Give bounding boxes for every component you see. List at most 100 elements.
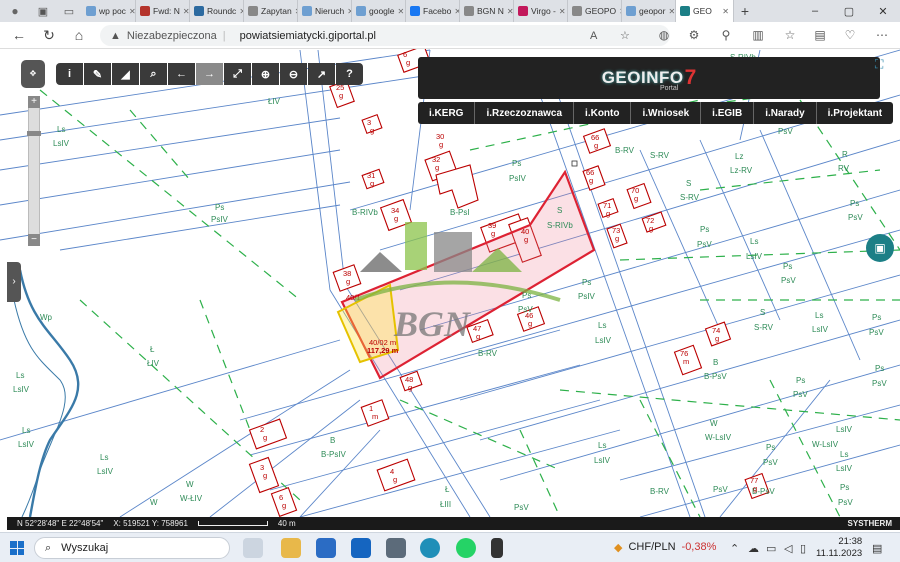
tab-close-icon[interactable]: ✕ <box>668 7 675 16</box>
zoom-out-icon[interactable]: ⊖ <box>280 63 307 85</box>
share-icon[interactable]: ↗ <box>308 63 335 85</box>
tab-favicon-icon <box>86 6 96 16</box>
tab-actions-icon[interactable]: ▭ <box>56 5 82 18</box>
menu-item-projektant[interactable]: i.Projektant <box>817 102 893 124</box>
tray-chevron-icon[interactable]: ⌃ <box>730 542 739 555</box>
tab-4[interactable]: Nieruch✕ <box>298 0 352 22</box>
landuse-label: RV <box>838 164 850 173</box>
menu-item-wniosek[interactable]: i.Wniosek <box>631 102 702 124</box>
side-panel-toggle[interactable]: › <box>7 262 21 302</box>
zoom-in-button[interactable]: + <box>28 96 40 108</box>
tab-10[interactable]: geopor ✕ <box>622 0 676 22</box>
file-explorer-icon[interactable] <box>281 538 301 558</box>
zoom-out-button[interactable]: − <box>28 234 40 246</box>
close-window-button[interactable]: ✕ <box>866 5 900 18</box>
collections-icon[interactable]: ▤ <box>812 28 828 42</box>
tab-1[interactable]: Fwd: N ✕ <box>136 0 190 22</box>
security-label[interactable]: Niezabezpieczona <box>127 30 217 42</box>
tab-close-icon[interactable]: ✕ <box>129 7 135 16</box>
search-box[interactable]: ⌕ Wyszukaj <box>34 537 230 559</box>
pencil-icon[interactable]: ✎ <box>84 63 111 85</box>
tab-9[interactable]: GEOPO✕ <box>568 0 622 22</box>
tab-close-icon[interactable]: ✕ <box>183 7 189 16</box>
tab-3[interactable]: Zapytan✕ <box>244 0 298 22</box>
landuse-label: W <box>150 498 158 507</box>
landuse-label: Ls <box>598 321 606 330</box>
read-aloud-icon[interactable]: A <box>590 30 597 42</box>
landuse-label: B-PsIV <box>321 450 347 459</box>
extent-icon[interactable]: ⤢ <box>224 63 251 85</box>
home-icon[interactable]: ⌂ <box>70 27 88 43</box>
extension-icon[interactable]: ◍ <box>656 28 672 42</box>
info-icon[interactable]: i <box>56 63 83 85</box>
help-icon[interactable]: ? <box>336 63 363 85</box>
landuse-label: LsIV <box>812 325 829 334</box>
outlook-icon[interactable] <box>351 538 371 558</box>
favorite-star-icon[interactable]: ☆ <box>620 29 630 42</box>
new-tab-button[interactable]: + <box>734 3 756 19</box>
tab-2[interactable]: Roundc✕ <box>190 0 244 22</box>
edge-icon[interactable] <box>420 538 440 558</box>
landuse-label: PsIV <box>211 215 229 224</box>
warning-icon[interactable]: ▲ <box>110 30 121 42</box>
battery-icon[interactable]: ▯ <box>800 542 806 555</box>
zoom-in-icon[interactable]: ⊕ <box>252 63 279 85</box>
stock-widget[interactable]: ◆ CHF/PLN -0,38% <box>614 541 716 554</box>
tab-close-icon[interactable]: ✕ <box>722 7 729 16</box>
volume-icon[interactable]: ◁ <box>784 542 792 555</box>
minimize-button[interactable]: – <box>798 5 832 18</box>
clock[interactable]: 21:38 11.11.2023 <box>816 536 862 560</box>
tab-0[interactable]: wp poc ✕ <box>82 0 136 22</box>
maximize-button[interactable]: ▢ <box>832 5 866 18</box>
back-icon[interactable]: ← <box>10 27 28 43</box>
landuse-label: Lz <box>735 152 743 161</box>
tab-close-icon[interactable]: ✕ <box>559 7 566 16</box>
landuse-label: Ps <box>872 313 881 322</box>
calculator-icon[interactable] <box>386 538 406 558</box>
refresh-icon[interactable]: ↻ <box>40 27 58 44</box>
landuse-label: Ps <box>783 262 792 271</box>
more-icon[interactable]: ⋯ <box>874 28 890 42</box>
menu-item-rzeczoznawca[interactable]: i.Rzeczoznawca <box>475 102 575 124</box>
pan-control[interactable]: ✥ <box>21 60 45 88</box>
building-type: g <box>439 140 443 149</box>
tab-close-icon[interactable]: ✕ <box>398 7 405 16</box>
forward-icon[interactable]: → <box>196 63 223 85</box>
notifications-icon[interactable]: ▤ <box>872 542 882 555</box>
menu-item-konto[interactable]: i.Konto <box>574 102 632 124</box>
menu-item-narady[interactable]: i.Narady <box>754 102 817 124</box>
extensions-icon[interactable]: ⚲ <box>718 28 734 42</box>
whatsapp-icon[interactable] <box>456 538 476 558</box>
tab-5[interactable]: google ✕ <box>352 0 406 22</box>
landuse-label: LsIV <box>53 139 70 148</box>
back-icon[interactable]: ← <box>168 63 195 85</box>
zoom-handle[interactable] <box>27 131 41 136</box>
performance-icon[interactable]: ♡ <box>842 28 858 42</box>
zoom-slider[interactable]: + − <box>27 96 41 246</box>
menu-item-kerg[interactable]: i.KERG <box>418 102 476 124</box>
onedrive-icon[interactable]: ☁ <box>748 542 759 555</box>
tab-close-icon[interactable]: ✕ <box>507 7 513 16</box>
favorites-icon[interactable]: ☆ <box>782 28 798 42</box>
measure-icon[interactable]: ◢ <box>112 63 139 85</box>
network-icon[interactable]: ▭ <box>766 542 776 555</box>
tab-7[interactable]: BGN N ✕ <box>460 0 514 22</box>
workspaces-icon[interactable]: ▣ <box>30 5 56 18</box>
split-screen-icon[interactable]: ▥ <box>750 28 766 42</box>
search-icon[interactable]: ⌕ <box>140 63 167 85</box>
url-field[interactable]: ▲ Niezabezpieczona | powiatsiemiatycki.g… <box>100 25 670 46</box>
tab-6[interactable]: Facebo✕ <box>406 0 460 22</box>
tab-favicon-icon <box>680 6 690 16</box>
url-text[interactable]: powiatsiemiatycki.giportal.pl <box>240 30 376 42</box>
menu-item-egib[interactable]: i.EGIB <box>701 102 755 124</box>
profile-icon[interactable]: ● <box>0 4 30 18</box>
extension-icon-2[interactable]: ⚙ <box>686 28 702 42</box>
app-icon[interactable] <box>491 538 503 558</box>
fullscreen-icon[interactable]: ⛶ <box>875 57 883 72</box>
start-icon[interactable] <box>10 541 24 555</box>
tab-8[interactable]: Virgo - ✕ <box>514 0 568 22</box>
task-view-icon[interactable] <box>243 538 263 558</box>
store-icon[interactable] <box>316 538 336 558</box>
tab-11[interactable]: GEO ✕ <box>676 0 734 22</box>
chat-icon[interactable]: ▣ <box>866 234 894 262</box>
